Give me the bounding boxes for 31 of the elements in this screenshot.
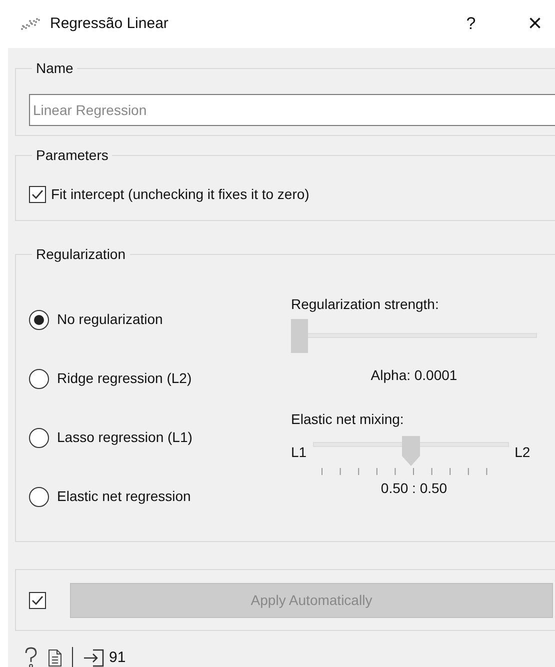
scatter-icon <box>20 17 40 31</box>
slider-thumb[interactable] <box>402 436 420 466</box>
radio-button[interactable] <box>29 486 49 506</box>
checkmark-icon <box>31 188 44 201</box>
name-field[interactable]: Linear Regression <box>29 94 555 126</box>
help-button[interactable]: ? <box>456 11 486 37</box>
input-icon <box>83 649 105 667</box>
checkmark-icon <box>31 594 44 606</box>
input-count: 91 <box>109 648 126 667</box>
mixing-value: 0.50 : 0.50 <box>380 479 448 498</box>
checkbox[interactable] <box>29 186 46 203</box>
radio-label: Lasso regression (L1) <box>57 428 192 447</box>
radio-label: Ridge regression (L2) <box>57 369 192 388</box>
checkbox-label: Fit intercept (unchecking it fixes it to zero) <box>51 185 310 204</box>
radio-button[interactable] <box>29 428 49 448</box>
slider-label: Elastic net mixing: <box>291 410 405 429</box>
strength-slider[interactable] <box>291 319 537 353</box>
radio-button[interactable] <box>29 310 49 330</box>
help-icon[interactable] <box>24 647 38 667</box>
slider-label: Regularization strength: <box>291 295 440 314</box>
scale-label: L2 <box>514 443 530 462</box>
slider-thumb[interactable] <box>291 319 308 353</box>
alpha-value: Alpha: 0.0001 <box>370 366 458 385</box>
radio-button[interactable] <box>29 368 49 388</box>
scale-label: L1 <box>291 443 307 462</box>
radio-label: No regularization <box>57 310 163 329</box>
document-icon[interactable] <box>48 649 62 667</box>
window-title: Regressão Linear <box>50 14 168 34</box>
close-button[interactable]: × <box>520 12 550 36</box>
radio-label: Elastic net regression <box>57 487 191 506</box>
mixing-slider[interactable] <box>312 436 509 472</box>
